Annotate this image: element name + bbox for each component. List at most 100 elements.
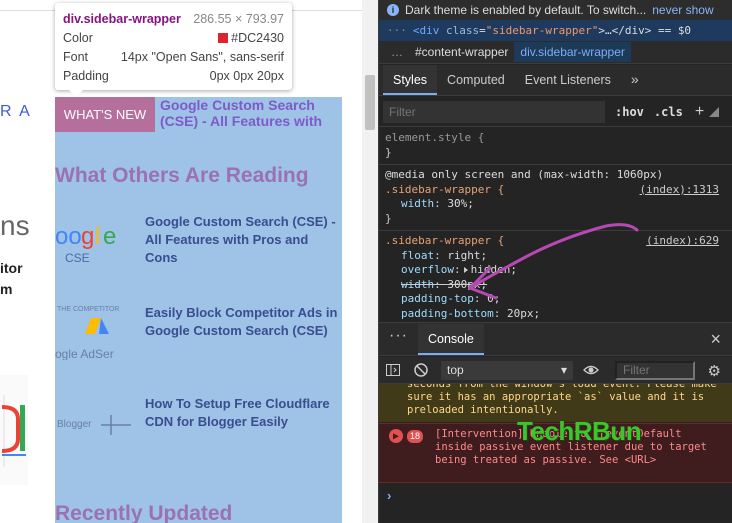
tab-console[interactable]: Console xyxy=(417,323,484,355)
rule2-selector[interactable]: .sidebar-wrapper { xyxy=(385,234,504,247)
dom-attr-name: class xyxy=(446,24,480,37)
rule-close-brace: } xyxy=(385,145,392,159)
console-prompt[interactable]: › xyxy=(387,488,391,503)
breadcrumb-sidebar-wrapper[interactable]: div.sidebar-wrapper xyxy=(514,42,631,62)
svg-text:oo: oo xyxy=(55,223,82,250)
recently-updated-heading: Recently Updated xyxy=(55,502,233,523)
prop-name: float xyxy=(401,248,435,262)
breadcrumb-content-wrapper[interactable]: #content-wrapper xyxy=(409,42,514,62)
styles-filter-row: :hov .cls + xyxy=(379,97,732,127)
drawer-tab-bar: ··· Console × xyxy=(379,322,732,356)
rule1-source-link[interactable]: (index):1313 xyxy=(640,183,719,198)
google-cse-thumbnail[interactable]: oo g l e CSE xyxy=(55,210,137,270)
chevron-down-icon: ▾ xyxy=(560,363,567,377)
tooltip-color-label: Color xyxy=(63,30,93,45)
expand-triangle-icon[interactable] xyxy=(463,267,468,273)
google-logo-fragment xyxy=(0,375,28,485)
tooltip-font-label: Font xyxy=(63,49,89,64)
cloudflare-thumbnail[interactable]: Blogger xyxy=(55,395,137,455)
svg-text:ogle AdSer: ogle AdSer xyxy=(55,347,114,360)
post-link-1[interactable]: Google Custom Search (CSE) - All Feature… xyxy=(145,213,340,267)
selected-dom-node[interactable]: ··· <div class = "sidebar-wrapper" >…</div>… xyxy=(379,20,732,41)
info-bar-message: Dark theme is enabled by default. To swi… xyxy=(405,3,647,17)
info-icon: i xyxy=(387,4,399,16)
rule1-property[interactable]: width: 30%; xyxy=(385,197,727,212)
sidebar-toggle-icon[interactable] xyxy=(385,362,401,378)
dom-attr-value: "sidebar-wrapper" xyxy=(485,24,599,37)
styles-tab-bar: Styles Computed Event Listeners » xyxy=(379,65,732,96)
prop-name: padding-top xyxy=(401,292,474,305)
drawer-menu-icon[interactable]: ··· xyxy=(379,327,418,351)
error-expand-icon[interactable]: ▶ xyxy=(389,429,403,443)
styles-filter-input[interactable] xyxy=(383,100,605,123)
tooltip-padding-label: Padding xyxy=(63,68,109,83)
cut-off-heading-fragment: R A xyxy=(0,103,32,120)
prop-value: 30%; xyxy=(447,197,474,210)
post-link-2[interactable]: Easily Block Competitor Ads in Google Cu… xyxy=(145,304,340,340)
svg-text:l: l xyxy=(95,223,100,250)
element-style-selector: element.style { xyxy=(385,131,485,144)
breadcrumb: … #content-wrapper div.sidebar-wrapper xyxy=(379,41,732,64)
dom-ellipsis-icon[interactable]: ··· xyxy=(387,24,407,37)
tooltip-padding-value: 0px 0px 20px xyxy=(209,68,284,83)
context-select[interactable]: top ▾ xyxy=(441,360,573,380)
cut-off-text-fragment: itor xyxy=(0,260,23,276)
prop-value: 0; xyxy=(487,292,501,305)
prop-width-overridden[interactable]: width: 300px; xyxy=(385,278,727,293)
sidebar-wrapper-rule[interactable]: .sidebar-wrapper { (index):629 float: rig… xyxy=(379,231,732,320)
prop-name: padding-bottom xyxy=(401,306,494,320)
error-count-badge: 18 xyxy=(407,430,424,443)
warning-text: seconds from the window's load event. Pl… xyxy=(407,384,717,416)
post-link-3[interactable]: How To Setup Free Cloudflare CDN for Blo… xyxy=(145,395,340,431)
svg-text:e: e xyxy=(103,223,116,250)
prop-overflow[interactable]: overflow: hidden; xyxy=(385,263,727,278)
media-rule[interactable]: @media only screen and (max-width: 1060p… xyxy=(379,165,732,231)
prop-padding-top[interactable]: padding-top: 0; xyxy=(385,292,727,307)
dom-rest: >…</div> == $0 xyxy=(598,24,692,37)
competitor-ads-thumbnail[interactable]: THE COMPETITOR ogle AdSer xyxy=(55,300,137,360)
clear-console-icon[interactable] xyxy=(413,362,429,378)
svg-text:CSE: CSE xyxy=(65,251,90,265)
tab-computed[interactable]: Computed xyxy=(437,73,515,95)
prop-float[interactable]: float: right; xyxy=(385,249,727,264)
svg-text:THE COMPETITOR: THE COMPETITOR xyxy=(57,306,119,313)
prop-padding-bottom[interactable]: padding-bottom: 20px; xyxy=(385,307,727,321)
dark-theme-info-bar: i Dark theme is enabled by default. To s… xyxy=(379,0,732,20)
close-drawer-icon[interactable]: × xyxy=(710,329,721,350)
prop-name: width xyxy=(401,277,435,291)
never-show-link[interactable]: never show xyxy=(652,3,713,17)
breadcrumb-overflow-icon[interactable]: … xyxy=(385,42,409,62)
computed-sidebar-icon[interactable] xyxy=(708,106,720,118)
dom-tag-open: <div xyxy=(412,24,440,37)
context-value: top xyxy=(447,363,464,377)
console-filter-input[interactable] xyxy=(615,360,695,380)
media-query: @media only screen and (max-width: 1060p… xyxy=(385,168,664,181)
prop-value: right; xyxy=(447,248,488,262)
prop-name: overflow xyxy=(401,263,454,276)
styles-pane: element.style { } @media only screen and… xyxy=(379,128,732,320)
page-scrollbar-thumb[interactable] xyxy=(365,75,375,130)
prop-name: width xyxy=(401,197,435,210)
watermark-logo: TechRBun xyxy=(517,416,642,446)
tooltip-color-value: #DC2430 xyxy=(231,30,284,45)
rule2-source-link[interactable]: (index):629 xyxy=(646,234,719,249)
whats-new-post-link[interactable]: Google Custom Search (CSE) - All Feature… xyxy=(160,97,340,129)
cls-toggle[interactable]: .cls xyxy=(654,105,683,119)
tab-styles[interactable]: Styles xyxy=(383,65,438,95)
cut-off-title-fragment: ns xyxy=(0,210,30,241)
hov-toggle[interactable]: :hov xyxy=(615,105,644,119)
prop-value: 20px; xyxy=(506,306,541,320)
svg-text:g: g xyxy=(81,223,94,250)
gear-icon[interactable]: ⚙ xyxy=(708,362,721,380)
live-expression-eye-icon[interactable] xyxy=(583,362,599,378)
rule1-selector[interactable]: .sidebar-wrapper { xyxy=(385,183,504,196)
element-style-rule[interactable]: element.style { } xyxy=(379,128,732,165)
tab-event-listeners[interactable]: Event Listeners xyxy=(515,73,621,95)
rule-close-brace: } xyxy=(385,211,392,225)
console-toolbar: top ▾ ⚙ xyxy=(379,357,732,384)
whats-new-label[interactable]: WHAT'S NEW xyxy=(55,97,155,132)
svg-text:Blogger: Blogger xyxy=(57,419,92,430)
page-scrollbar[interactable] xyxy=(362,0,378,523)
more-tabs-icon[interactable]: » xyxy=(621,71,649,95)
new-style-rule-button[interactable]: + xyxy=(695,103,704,121)
